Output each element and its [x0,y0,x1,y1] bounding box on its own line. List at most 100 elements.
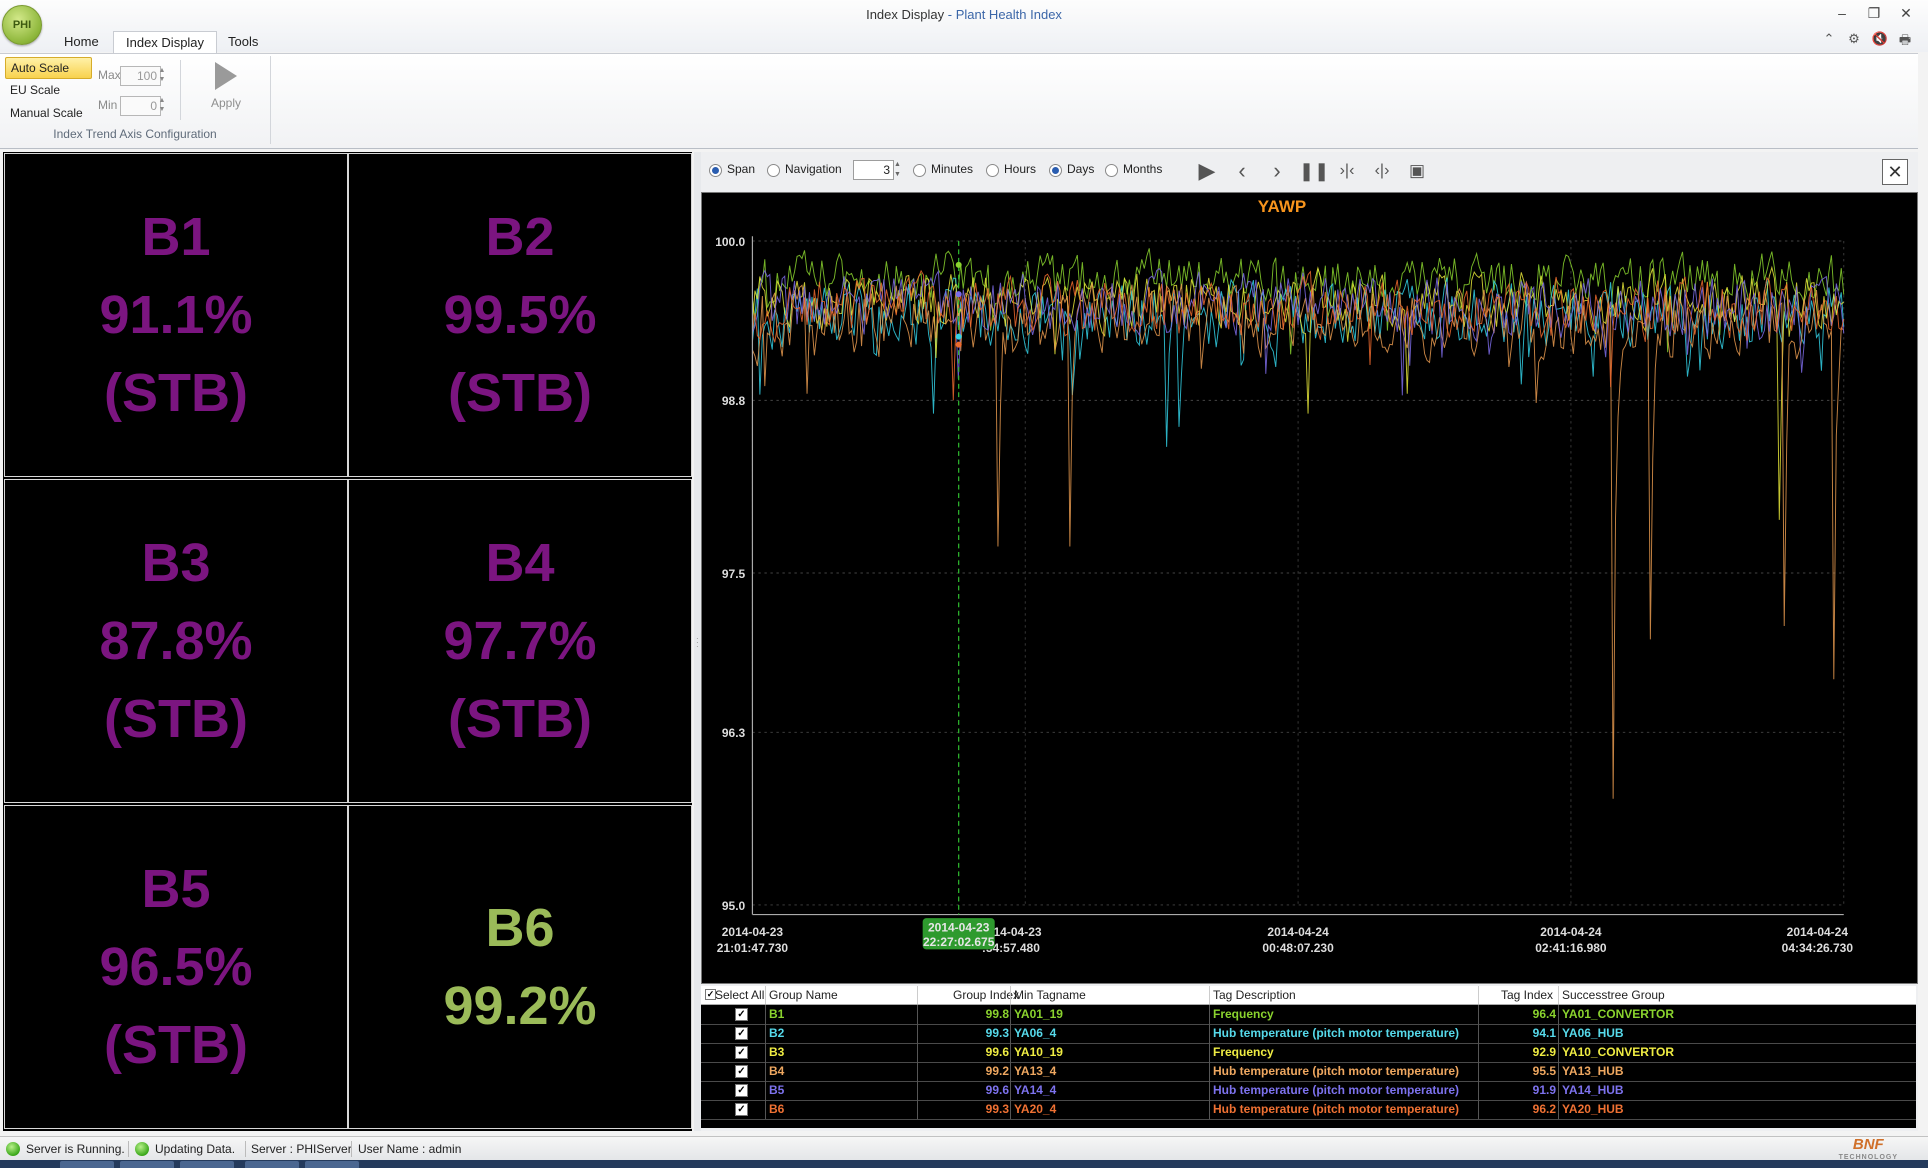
row-checkbox[interactable]: ✓ [735,1027,748,1040]
status-divider [351,1141,352,1157]
taskbar-item[interactable] [180,1161,234,1168]
row-checkbox[interactable]: ✓ [735,1065,748,1078]
taskbar-item[interactable] [120,1161,174,1168]
next-icon[interactable]: › [1264,158,1290,184]
taskbar-item[interactable] [60,1161,114,1168]
minutes-radio[interactable] [913,164,926,177]
index-tile-b3[interactable]: B3 87.8% (STB) [4,479,348,803]
cell-divider [1209,1024,1210,1043]
cell-desc: Hub temperature (pitch motor temperature… [1213,1064,1460,1078]
taskbar-item[interactable] [245,1161,299,1168]
span-label: Span [727,162,756,176]
collapse-ribbon-icon[interactable]: ⌃ [1820,31,1838,47]
row-checkbox[interactable]: ✓ [735,1046,748,1059]
table-row[interactable]: ✓ B6 99.3 YA20_4 Hub temperature (pitch moto… [701,1100,1916,1120]
index-tile-b6[interactable]: B6 99.2% [348,805,692,1129]
pause-icon[interactable]: ❚❚ [1299,158,1329,184]
index-tile-b4[interactable]: B4 97.7% (STB) [348,479,692,803]
row-checkbox[interactable]: ✓ [735,1008,748,1021]
cursor-point [955,341,962,348]
tab-home[interactable]: Home [52,31,111,53]
hours-radio[interactable] [986,164,999,177]
trend-chart-svg: YAWP 100.0 98.8 97.5 96.3 95.0 2014-04-23 21:0… [715,197,1853,955]
index-tile-b5[interactable]: B5 96.5% (STB) [4,805,348,1129]
table-row[interactable]: ✓ B4 99.2 YA13_4 Hub temperature (pitch moto… [701,1062,1916,1082]
index-tile-b1[interactable]: B1 91.1% (STB) [4,153,348,477]
panel-splitter[interactable]: · · · [694,152,701,1131]
cell-index: 99.6 [985,1045,1009,1059]
row-checkbox[interactable]: ✓ [735,1084,748,1097]
span-value-input[interactable]: 3 [853,160,894,180]
col-divider [765,986,766,1004]
minimize-icon[interactable]: – [1832,5,1852,21]
col-divider [917,986,918,1004]
cell-desc: Hub temperature (pitch motor temperature… [1213,1083,1460,1097]
span-radio[interactable] [709,164,722,177]
col-group-name[interactable]: Group Name [769,988,838,1002]
col-divider [1478,986,1479,1004]
navigation-radio[interactable] [767,164,780,177]
min-stepper-icon[interactable]: ▲ ▼ [157,96,167,114]
apply-button[interactable]: Apply [200,62,252,122]
cell-index: 99.6 [985,1083,1009,1097]
min-input[interactable]: 0 [120,96,161,116]
user-name-text: User Name : admin [358,1142,462,1156]
days-radio[interactable] [1049,164,1062,177]
zoom-out-icon[interactable]: ‹|› [1369,158,1395,184]
manual-scale-button[interactable]: Manual Scale [5,103,90,123]
cell-group: B4 [769,1064,785,1078]
table-row[interactable]: ✓ B5 99.6 YA14_4 Hub temperature (pitch moto… [701,1081,1916,1101]
max-stepper-icon[interactable]: ▲ ▼ [157,66,167,84]
y-tick-label: 97.5 [722,567,746,581]
cell-tag: YA06_4 [1014,1026,1057,1040]
span-stepper-icon[interactable]: ▲ ▼ [894,160,904,180]
x-tick-time: 00:48:07.230 [1262,941,1334,955]
cell-index: 99.8 [985,1007,1009,1021]
camera-icon[interactable]: ▣ [1404,158,1430,184]
y-tick-label: 95.0 [722,899,746,913]
settings-icon[interactable]: ⚙ [1845,31,1863,47]
col-tag-index[interactable]: Tag Index [1501,988,1553,1002]
row-checkbox[interactable]: ✓ [735,1103,748,1116]
taskbar-item[interactable] [305,1161,359,1168]
col-tag-description[interactable]: Tag Description [1213,988,1296,1002]
restore-icon[interactable]: ❐ [1864,5,1884,22]
close-icon[interactable]: ✕ [1896,5,1916,22]
close-chart-icon[interactable]: ✕ [1882,159,1908,185]
zoom-in-icon[interactable]: ›|‹ [1334,158,1360,184]
months-radio[interactable] [1105,164,1118,177]
prev-icon[interactable]: ‹ [1229,158,1255,184]
mute-icon[interactable]: 🔇 [1871,31,1889,47]
cell-divider [1010,1100,1011,1119]
col-min-tagname[interactable]: Min Tagname [1014,988,1086,1002]
chart-cursor[interactable]: 2014-04-2322:27:02.675 [922,241,995,950]
tab-tools[interactable]: Tools [216,31,270,53]
index-tile-b2[interactable]: B2 99.5% (STB) [348,153,692,477]
col-select-all[interactable]: Select All [715,988,764,1002]
cursor-point [955,333,962,340]
status-divider [128,1141,129,1157]
cell-divider [1478,1100,1479,1119]
table-row[interactable]: ✓ B1 99.8 YA01_19 Frequency 96.4 YA01_CONVERTO… [701,1005,1916,1025]
tab-index-display[interactable]: Index Display [113,31,218,54]
col-successtree-group[interactable]: Successtree Group [1562,988,1665,1002]
tile-name: B3 [141,533,211,593]
cell-tag-index: 94.1 [1532,1026,1556,1040]
auto-scale-button[interactable]: Auto Scale [5,57,92,79]
cell-divider [1478,1043,1479,1062]
play-icon[interactable]: ▶ [1194,158,1220,184]
max-input[interactable]: 100 [120,66,161,86]
cell-desc: Frequency [1213,1045,1274,1059]
table-row[interactable]: ✓ B2 99.3 YA06_4 Hub temperature (pitch moto… [701,1024,1916,1044]
cell-divider [917,1081,918,1100]
window-title: Index Display - Plant Health Index [0,7,1928,22]
table-row[interactable]: ✓ B3 99.6 YA10_19 Frequency 92.9 YA10_CONVERTO… [701,1043,1916,1063]
server-running-text: Server is Running. [26,1142,125,1156]
print-icon[interactable]: 🖶 [1896,31,1914,53]
ribbon-divider [180,60,181,120]
window-title-main: Index Display [866,7,945,22]
x-tick-time: 02:41:16.980 [1535,941,1607,955]
cell-divider [1558,1043,1559,1062]
trend-chart[interactable]: YAWP 100.0 98.8 97.5 96.3 95.0 2014-04-23 21:0… [701,192,1918,984]
eu-scale-button[interactable]: EU Scale [5,80,90,100]
